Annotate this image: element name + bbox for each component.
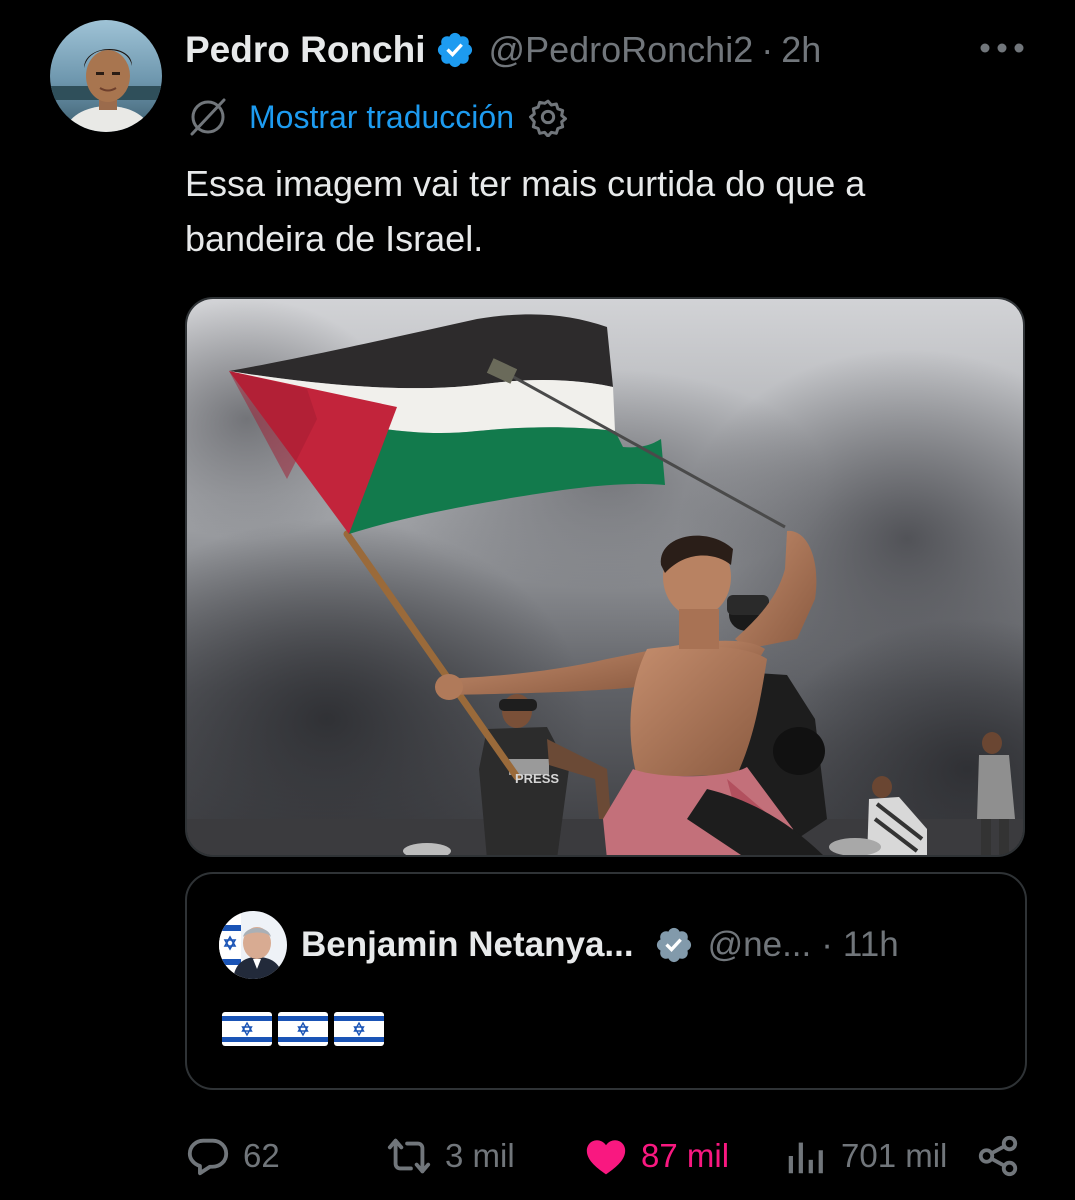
tweet-card[interactable]: Pedro Ronchi @PedroRonchi2 · 2h Mostrar … — [0, 0, 1075, 1200]
quoted-header-separator: · — [821, 925, 833, 964]
translate-row: Mostrar traducción — [187, 96, 568, 138]
quoted-author-handle[interactable]: @ne... — [708, 925, 812, 965]
reply-bubble-icon — [187, 1138, 229, 1176]
avatar-image — [50, 20, 162, 132]
repost-arrows-icon — [387, 1138, 431, 1174]
author-handle[interactable]: @PedroRonchi2 — [489, 29, 754, 71]
quoted-tweet[interactable]: Benjamin Netanya... @ne... · 11h — [185, 872, 1027, 1090]
tweet-timestamp[interactable]: 2h — [781, 29, 821, 71]
tweet-header: Pedro Ronchi @PedroRonchi2 · 2h — [185, 26, 821, 74]
show-translation-link[interactable]: Mostrar traducción — [249, 99, 514, 136]
quoted-tweet-text — [222, 1012, 384, 1046]
press-vest-label: PRESS — [515, 771, 559, 786]
quoted-author-avatar[interactable] — [219, 911, 287, 979]
repost-button[interactable]: 3 mil — [385, 1128, 515, 1184]
reply-button[interactable]: 62 — [185, 1128, 280, 1184]
israel-flag-icon — [334, 1012, 384, 1046]
share-button[interactable] — [975, 1128, 1021, 1184]
views-button[interactable]: 701 mil — [783, 1128, 947, 1184]
views-count: 701 mil — [841, 1137, 948, 1174]
repost-count: 3 mil — [445, 1137, 515, 1174]
views-bars-icon — [788, 1142, 823, 1174]
quoted-author-display-name[interactable]: Benjamin Netanya... — [301, 925, 634, 965]
heart-filled-icon — [586, 1140, 626, 1175]
tweet-actions: 62 3 mil 87 mil 701 mil — [185, 1128, 1025, 1184]
tweet-photo[interactable]: PRESS — [185, 297, 1025, 857]
israel-flag-icon — [222, 1012, 272, 1046]
share-icon — [978, 1135, 1018, 1177]
like-count: 87 mil — [641, 1137, 730, 1174]
quoted-tweet-timestamp[interactable]: 11h — [843, 925, 899, 965]
verified-badge-gray-icon[interactable] — [654, 925, 694, 965]
quoted-tweet-header: Benjamin Netanya... @ne... · 11h — [219, 910, 899, 980]
photo-flag-protest: PRESS — [187, 299, 1023, 855]
translate-globe-icon — [190, 98, 226, 136]
like-button[interactable]: 87 mil — [583, 1128, 729, 1184]
gear-icon[interactable] — [528, 97, 568, 137]
more-dots-icon[interactable] — [979, 40, 1025, 56]
author-avatar[interactable] — [50, 20, 162, 132]
tweet-text: Essa imagem vai ter mais curtida do que … — [185, 163, 866, 259]
israel-flag-icon — [278, 1012, 328, 1046]
header-separator: · — [761, 29, 774, 70]
author-display-name[interactable]: Pedro Ronchi — [185, 29, 426, 71]
quoted-avatar-image — [219, 911, 287, 979]
reply-count: 62 — [243, 1137, 280, 1174]
verified-badge-icon[interactable] — [435, 30, 475, 70]
